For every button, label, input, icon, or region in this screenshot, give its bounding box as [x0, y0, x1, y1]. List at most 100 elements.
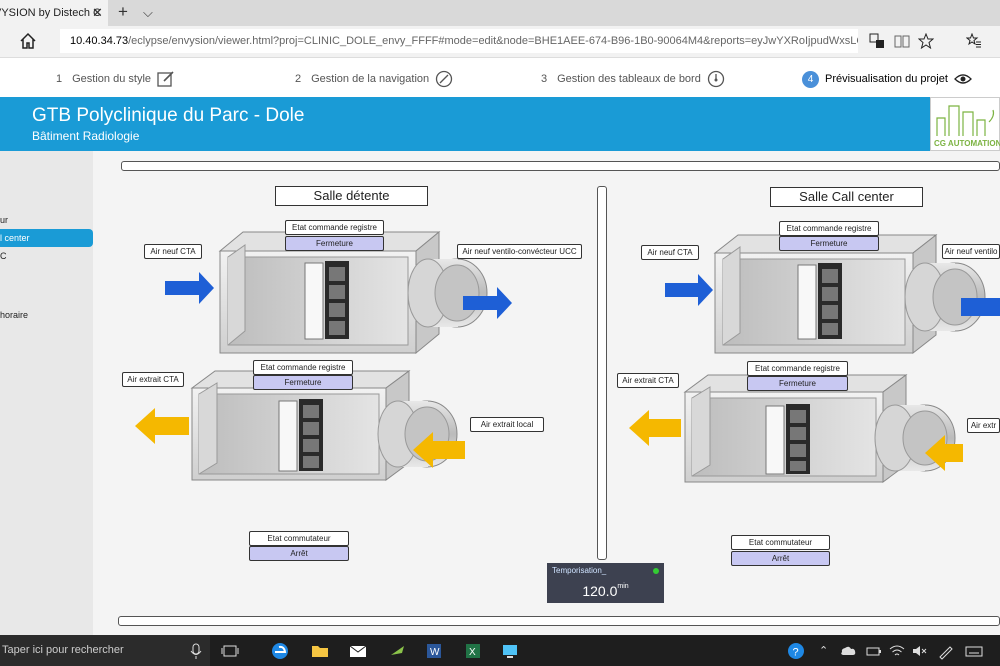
room-title: Salle Call center: [770, 187, 923, 207]
address-bar: 10.40.34.73/eclypse/envysion/viewer.html…: [0, 26, 1000, 58]
air-label: Air extrait local: [470, 417, 544, 432]
registre-value[interactable]: Fermeture: [253, 375, 353, 390]
step-label: Prévisualisation du projet: [825, 73, 948, 85]
svg-text:W: W: [430, 647, 440, 658]
air-label: Air neuf ventilo: [942, 244, 1000, 259]
taskbar-search[interactable]: Taper ici pour rechercher: [0, 635, 210, 666]
step-label: Gestion de la navigation: [311, 73, 430, 85]
taskbar: Taper ici pour rechercher W X ? ⌃: [0, 635, 1000, 666]
registre-label: Etat commande registre: [253, 360, 353, 375]
excel-icon[interactable]: X: [463, 641, 483, 661]
temporisation-widget[interactable]: Temporisation_ 120.0min: [547, 563, 664, 603]
page-subtitle: Bâtiment Radiologie: [32, 129, 140, 143]
sidebar: ur l center C horaire: [0, 151, 93, 635]
mail-icon[interactable]: [348, 641, 368, 661]
project-header: GTB Polyclinique du Parc - Dole Bâtiment…: [0, 97, 1000, 151]
air-label: Air extr: [967, 418, 1000, 433]
temporisation-unit: min: [617, 583, 629, 590]
logo-text: CG AUTOMATION: [934, 139, 1000, 148]
bottom-frame-bar: [118, 616, 1000, 626]
wifi-icon[interactable]: [887, 641, 907, 661]
air-flow-arrow: [165, 272, 214, 304]
air-label: Air extrait CTA: [617, 373, 679, 388]
temporisation-value-display: 120.0min: [547, 583, 664, 599]
commutateur-label: Etat commutateur: [731, 535, 830, 550]
svg-text:?: ?: [793, 647, 799, 659]
step-number: 3: [541, 73, 548, 85]
registre-value[interactable]: Fermeture: [747, 376, 848, 391]
new-tab-icon[interactable]: +: [118, 0, 128, 24]
synoptic-area: Salle détente Etat commande registre Fer…: [93, 151, 1000, 635]
step-preview[interactable]: 4 Prévisualisation du projet: [802, 70, 972, 88]
logo-buildings-icon: [936, 105, 995, 136]
air-handling-unit: [683, 374, 956, 483]
vertical-scrollbar[interactable]: [597, 186, 607, 560]
sidebar-item-active[interactable]: l center: [0, 229, 93, 247]
registre-value[interactable]: Fermeture: [285, 236, 384, 251]
room-title: Salle détente: [275, 186, 428, 206]
sidebar-item[interactable]: horaire: [0, 306, 93, 324]
chevron-up-icon[interactable]: ⌃: [819, 644, 828, 657]
temporisation-label: Temporisation_: [552, 566, 607, 575]
commutateur-label: Etat commutateur: [249, 531, 349, 546]
step-number: 4: [802, 70, 819, 88]
sidebar-item[interactable]: ur: [0, 211, 93, 229]
tab-list-icon[interactable]: ⌵: [143, 1, 153, 25]
commutateur-value[interactable]: Arrêt: [731, 551, 830, 566]
favorites-hub-icon[interactable]: [966, 33, 982, 49]
step-dashboards[interactable]: 3 Gestion des tableaux de bord: [541, 70, 725, 88]
air-label: Air neuf CTA: [144, 244, 202, 259]
help-icon[interactable]: ?: [786, 641, 806, 661]
edit-icon: [157, 71, 174, 87]
step-navigation[interactable]: 2 Gestion de la navigation: [295, 70, 453, 88]
air-label: Air neuf ventilo-convécteur UCC: [457, 244, 582, 259]
top-frame-bar: [121, 161, 1000, 171]
registre-label: Etat commande registre: [779, 221, 879, 236]
browser-tab-bar: VYSION by Distech C ✕ + ⌵: [0, 0, 1000, 26]
url-path: /eclypse/envysion/viewer.html?proj=CLINI…: [128, 35, 858, 47]
cloud-icon[interactable]: [838, 641, 858, 661]
air-flow-arrow: [961, 298, 1000, 316]
compass-icon: [436, 70, 453, 88]
microphone-icon[interactable]: [186, 641, 206, 661]
status-indicator-icon: [653, 568, 659, 574]
battery-icon[interactable]: [864, 641, 884, 661]
remote-desktop-icon[interactable]: [500, 641, 520, 661]
word-icon[interactable]: W: [424, 641, 444, 661]
app-icon[interactable]: [388, 641, 408, 661]
step-label: Gestion des tableaux de bord: [557, 73, 701, 85]
translate-icon[interactable]: [869, 33, 885, 49]
close-icon[interactable]: ✕: [92, 0, 103, 26]
keyboard-icon[interactable]: [964, 641, 984, 661]
air-flow-arrow: [135, 408, 189, 444]
browser-tab[interactable]: VYSION by Distech C ✕: [0, 0, 108, 26]
svg-text:X: X: [469, 647, 476, 658]
eye-icon: [953, 74, 972, 84]
wizard-steps: 1 Gestion du style 2 Gestion de la navig…: [0, 59, 1000, 97]
air-label: Air neuf CTA: [641, 245, 699, 260]
company-logo: CG AUTOMATION: [930, 97, 1000, 151]
step-label: Gestion du style: [72, 73, 151, 85]
task-view-icon[interactable]: [220, 641, 240, 661]
air-flow-arrow: [629, 410, 681, 446]
registre-value[interactable]: Fermeture: [779, 236, 879, 251]
edge-browser-icon[interactable]: [270, 641, 290, 661]
pen-icon[interactable]: [936, 641, 956, 661]
step-number: 1: [56, 73, 63, 85]
reading-view-icon[interactable]: [894, 33, 910, 49]
registre-label: Etat commande registre: [747, 361, 848, 376]
tab-title: VYSION by Distech C: [0, 7, 101, 19]
volume-icon[interactable]: [910, 641, 930, 661]
sidebar-item[interactable]: C: [0, 247, 93, 265]
url-field[interactable]: 10.40.34.73/eclypse/envysion/viewer.html…: [60, 29, 858, 53]
file-explorer-icon[interactable]: [310, 641, 330, 661]
air-label: Air extrait CTA: [122, 372, 184, 387]
favorite-star-icon[interactable]: [918, 33, 934, 49]
url-host: 10.40.34.73: [70, 35, 129, 47]
step-style[interactable]: 1 Gestion du style: [56, 70, 175, 88]
dashboard-icon: [707, 70, 724, 88]
home-icon[interactable]: [18, 31, 38, 51]
temporisation-value: 120.0: [582, 583, 618, 599]
commutateur-value[interactable]: Arrêt: [249, 546, 349, 561]
page-title: GTB Polyclinique du Parc - Dole: [32, 105, 305, 126]
